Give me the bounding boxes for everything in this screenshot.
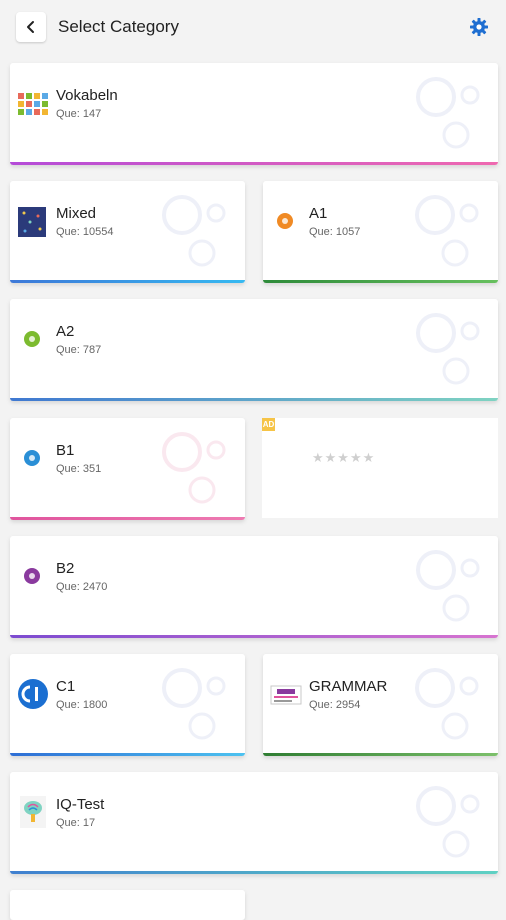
bubbles-decoration [162,432,226,504]
rating-stars[interactable]: ★★★★★ [312,450,375,466]
category-name: Vokabeln [56,87,118,104]
bubbles-decoration [416,550,480,622]
category-name: A1 [309,205,328,222]
category-card-partial[interactable] [10,890,245,920]
bubbles-decoration [416,786,480,858]
a1-level-icon [277,213,293,229]
card-accent-bar [10,635,498,638]
category-name: Mixed [56,205,97,222]
a2-level-icon [24,331,40,347]
card-accent-bar [10,280,245,283]
gear-icon [470,18,488,36]
ad-badge: AD [262,418,275,431]
question-count: Que: 2954 [309,699,361,711]
category-card-a1[interactable]: A1 Que: 1057 [263,181,498,283]
category-name: B1 [56,442,75,459]
category-card-mixed[interactable]: Mixed Que: 10554 [10,181,245,283]
category-name: IQ-Test [56,796,105,813]
card-accent-bar [10,753,245,756]
card-accent-bar [10,517,245,520]
category-name: C1 [56,678,76,695]
question-count: Que: 17 [56,817,96,829]
question-count: Que: 147 [56,108,102,120]
page-title: Select Category [58,17,179,36]
category-name: A2 [56,323,75,340]
category-card-a2[interactable]: A2 Que: 787 [10,299,498,401]
bubbles-decoration [415,668,479,740]
rating-card[interactable] [262,418,498,518]
card-accent-bar [10,398,498,401]
category-card-iq-test[interactable]: IQ-Test Que: 17 [10,772,498,874]
bubbles-decoration [162,195,226,267]
category-name: B2 [56,560,75,577]
question-count: Que: 2470 [56,581,108,593]
question-count: Que: 1800 [56,699,108,711]
category-card-vokabeln[interactable]: Vokabeln Que: 147 [10,63,498,165]
c1-level-icon [18,679,48,709]
category-card-c1[interactable]: C1 Que: 1800 [10,654,245,756]
card-accent-bar [10,162,498,165]
back-button[interactable] [16,12,46,42]
bubbles-decoration [162,668,226,740]
b2-level-icon [24,568,40,584]
card-accent-bar [263,280,498,283]
card-accent-bar [263,753,498,756]
category-card-grammar[interactable]: GRAMMAR Que: 2954 [263,654,498,756]
bubbles-decoration [416,313,480,385]
brain-icon [20,796,46,828]
top-bar: Select Category [0,0,506,56]
question-count: Que: 351 [56,463,102,475]
category-name: GRAMMAR [309,678,388,695]
bubbles-decoration [416,77,480,149]
bubbles-decoration [415,195,479,267]
vocab-cards-icon [18,93,48,115]
question-count: Que: 1057 [309,226,361,238]
card-accent-bar [10,871,498,874]
chevron-left-icon [27,21,34,33]
mixed-book-icon [18,207,46,237]
question-count: Que: 787 [56,344,102,356]
settings-button[interactable] [468,16,490,38]
category-card-b1[interactable]: B1 Que: 351 [10,418,245,520]
b1-level-icon [24,450,40,466]
category-card-b2[interactable]: B2 Que: 2470 [10,536,498,638]
grammar-icon [270,685,302,705]
question-count: Que: 10554 [56,226,114,238]
